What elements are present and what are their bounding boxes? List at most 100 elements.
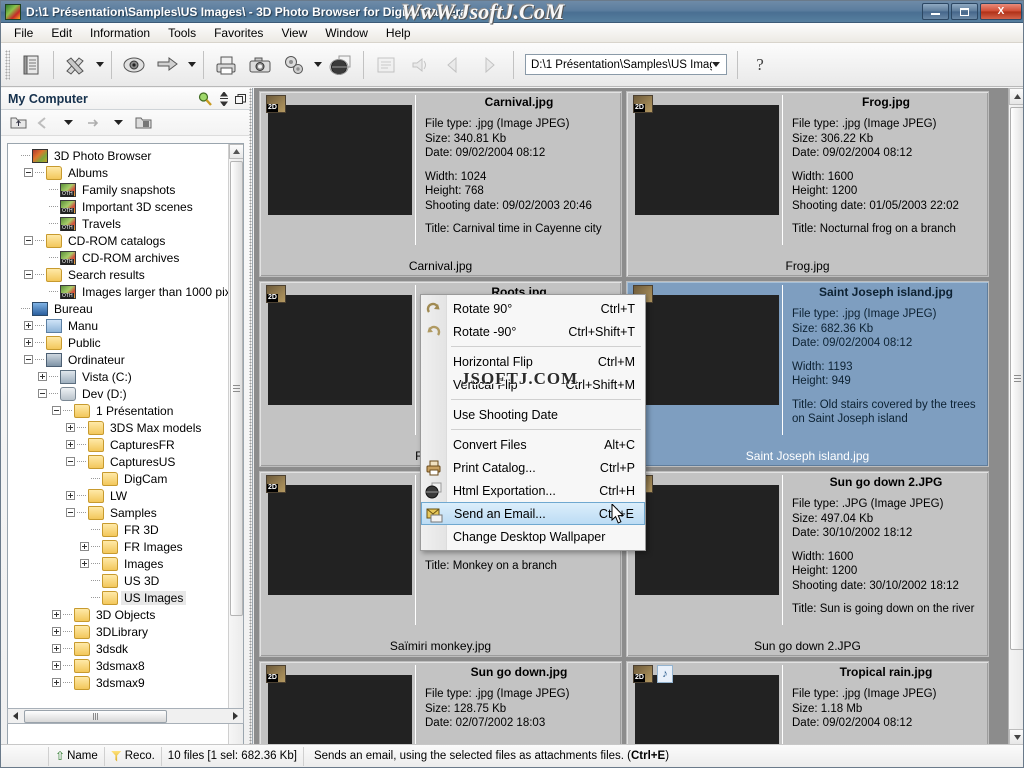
context-menu-item[interactable]: Rotate -90° Ctrl+Shift+T [421, 320, 645, 343]
convert-icon[interactable] [151, 48, 185, 82]
camera-icon[interactable] [243, 48, 277, 82]
tree-item[interactable]: LW [10, 487, 228, 504]
home-folder-icon[interactable] [132, 113, 154, 133]
settings-icon[interactable] [277, 48, 311, 82]
tree-item[interactable]: Images [10, 555, 228, 572]
tree-item[interactable]: 3DLibrary [10, 623, 228, 640]
thumbnail-image[interactable] [268, 295, 412, 405]
panel-splitter[interactable] [249, 88, 252, 746]
collapse-icon[interactable] [66, 508, 75, 517]
context-menu-item[interactable]: Convert Files Alt+C [421, 433, 645, 456]
tree-item[interactable]: 3D Photo Browser [10, 147, 228, 164]
menu-window[interactable]: Window [316, 24, 377, 42]
sound-icon[interactable] [403, 48, 437, 82]
thumbnail-cell[interactable]: ♪ Tropical rain.jpg File type: .jpg (Image… [626, 661, 989, 746]
back-icon[interactable] [437, 48, 471, 82]
toolbar-grip[interactable] [5, 49, 10, 80]
expand-icon[interactable] [66, 440, 75, 449]
thumbnail-image[interactable] [635, 675, 779, 746]
catalog-icon[interactable] [14, 48, 48, 82]
expand-icon[interactable] [52, 610, 61, 619]
tree-item[interactable]: Bureau [10, 300, 228, 317]
thumbnail-cell[interactable]: Frog.jpg File type: .jpg (Image JPEG) Size… [626, 91, 989, 277]
tree-item[interactable]: CapturesUS [10, 453, 228, 470]
collapse-icon[interactable] [52, 406, 61, 415]
browser-scroll-thumb[interactable] [1010, 107, 1023, 650]
tree-item[interactable]: 1 Présentation [10, 402, 228, 419]
forward-icon[interactable] [471, 48, 505, 82]
collapse-icon[interactable] [24, 355, 33, 364]
expand-icon[interactable] [52, 661, 61, 670]
menu-view[interactable]: View [272, 24, 316, 42]
convert-dropdown-arrow[interactable] [185, 48, 198, 82]
tree-item[interactable]: Samples [10, 504, 228, 521]
menu-information[interactable]: Information [81, 24, 159, 42]
tree-item[interactable]: Manu [10, 317, 228, 334]
maximize-button[interactable] [951, 3, 978, 20]
preview-icon[interactable] [117, 48, 151, 82]
tree-scroll-up-button[interactable] [229, 144, 243, 159]
tree-item[interactable]: Family snapshots [10, 181, 228, 198]
tree-item[interactable]: FR 3D [10, 521, 228, 538]
thumbnail-cell[interactable]: Sun go down.jpg File type: .jpg (Image JP… [259, 661, 622, 746]
forward-nav-icon[interactable] [82, 113, 104, 133]
tree-item[interactable]: Dev (D:) [10, 385, 228, 402]
thumbnail-cell[interactable]: Saint Joseph island.jpg File type: .jpg (… [626, 281, 989, 467]
expand-icon[interactable] [80, 542, 89, 551]
globe-icon[interactable] [324, 48, 358, 82]
tree-item[interactable]: 3dsmax9 [10, 674, 228, 691]
collapse-icon[interactable] [66, 457, 75, 466]
settings-dropdown-arrow[interactable] [311, 48, 324, 82]
back-dropdown-icon[interactable] [57, 113, 79, 133]
collapse-icon[interactable] [24, 270, 33, 279]
status-sort[interactable]: ⇧ Name [49, 746, 105, 766]
thumbnail-image[interactable] [268, 105, 412, 215]
status-filter[interactable]: Reco. [105, 746, 162, 766]
tree-item[interactable]: FR Images [10, 538, 228, 555]
thumbnail-image[interactable] [635, 485, 779, 595]
search-icon[interactable] [197, 91, 213, 110]
tree-item[interactable]: Albums [10, 164, 228, 181]
back-nav-icon[interactable] [32, 113, 54, 133]
resize-vertical-icon[interactable] [219, 91, 229, 109]
expand-icon[interactable] [52, 678, 61, 687]
thumbnail-image[interactable] [268, 675, 412, 746]
thumbnail-image[interactable] [635, 105, 779, 215]
minimize-button[interactable] [922, 3, 949, 20]
expand-icon[interactable] [52, 644, 61, 653]
forward-dropdown-icon[interactable] [107, 113, 129, 133]
tree-horizontal-scrollbar[interactable] [7, 708, 244, 724]
thumbnail-cell[interactable]: Sun go down 2.JPG File type: .JPG (Image … [626, 471, 989, 657]
path-combobox[interactable]: D:\1 Présentation\Samples\US Image [525, 54, 727, 75]
menu-edit[interactable]: Edit [42, 24, 81, 42]
tree-item[interactable]: DigCam [10, 470, 228, 487]
up-folder-icon[interactable] [7, 113, 29, 133]
context-menu-item[interactable]: Rotate 90° Ctrl+T [421, 297, 645, 320]
tree-item[interactable]: CD-ROM catalogs [10, 232, 228, 249]
print-icon[interactable] [209, 48, 243, 82]
tree-item[interactable]: 3dsmax8 [10, 657, 228, 674]
expand-icon[interactable] [38, 372, 47, 381]
tree-item[interactable]: US Images [10, 589, 228, 606]
expand-icon[interactable] [24, 321, 33, 330]
help-button[interactable]: ? [743, 48, 777, 82]
expand-icon[interactable] [24, 338, 33, 347]
context-menu-item[interactable]: Use Shooting Date [421, 403, 645, 426]
list-icon[interactable] [369, 48, 403, 82]
expand-icon[interactable] [80, 559, 89, 568]
chevron-down-icon[interactable] [712, 62, 720, 67]
menu-favorites[interactable]: Favorites [205, 24, 272, 42]
thumbnail-image[interactable] [268, 485, 412, 595]
context-menu-item[interactable]: Html Exportation... Ctrl+H [421, 479, 645, 502]
expand-icon[interactable] [66, 423, 75, 432]
tree-item[interactable]: Public [10, 334, 228, 351]
thumbnail-cell[interactable]: Carnival.jpg File type: .jpg (Image JPEG)… [259, 91, 622, 277]
browser-scroll-up-button[interactable] [1009, 88, 1023, 105]
thumbnail-image[interactable] [635, 295, 779, 405]
collapse-icon[interactable] [38, 389, 47, 398]
tree-item[interactable]: CD-ROM archives [10, 249, 228, 266]
context-menu-item[interactable]: Horizontal Flip Ctrl+M [421, 350, 645, 373]
collapse-icon[interactable] [24, 168, 33, 177]
tree-item[interactable]: Images larger than 1000 pixels [10, 283, 243, 300]
tree-item[interactable]: CapturesFR [10, 436, 228, 453]
